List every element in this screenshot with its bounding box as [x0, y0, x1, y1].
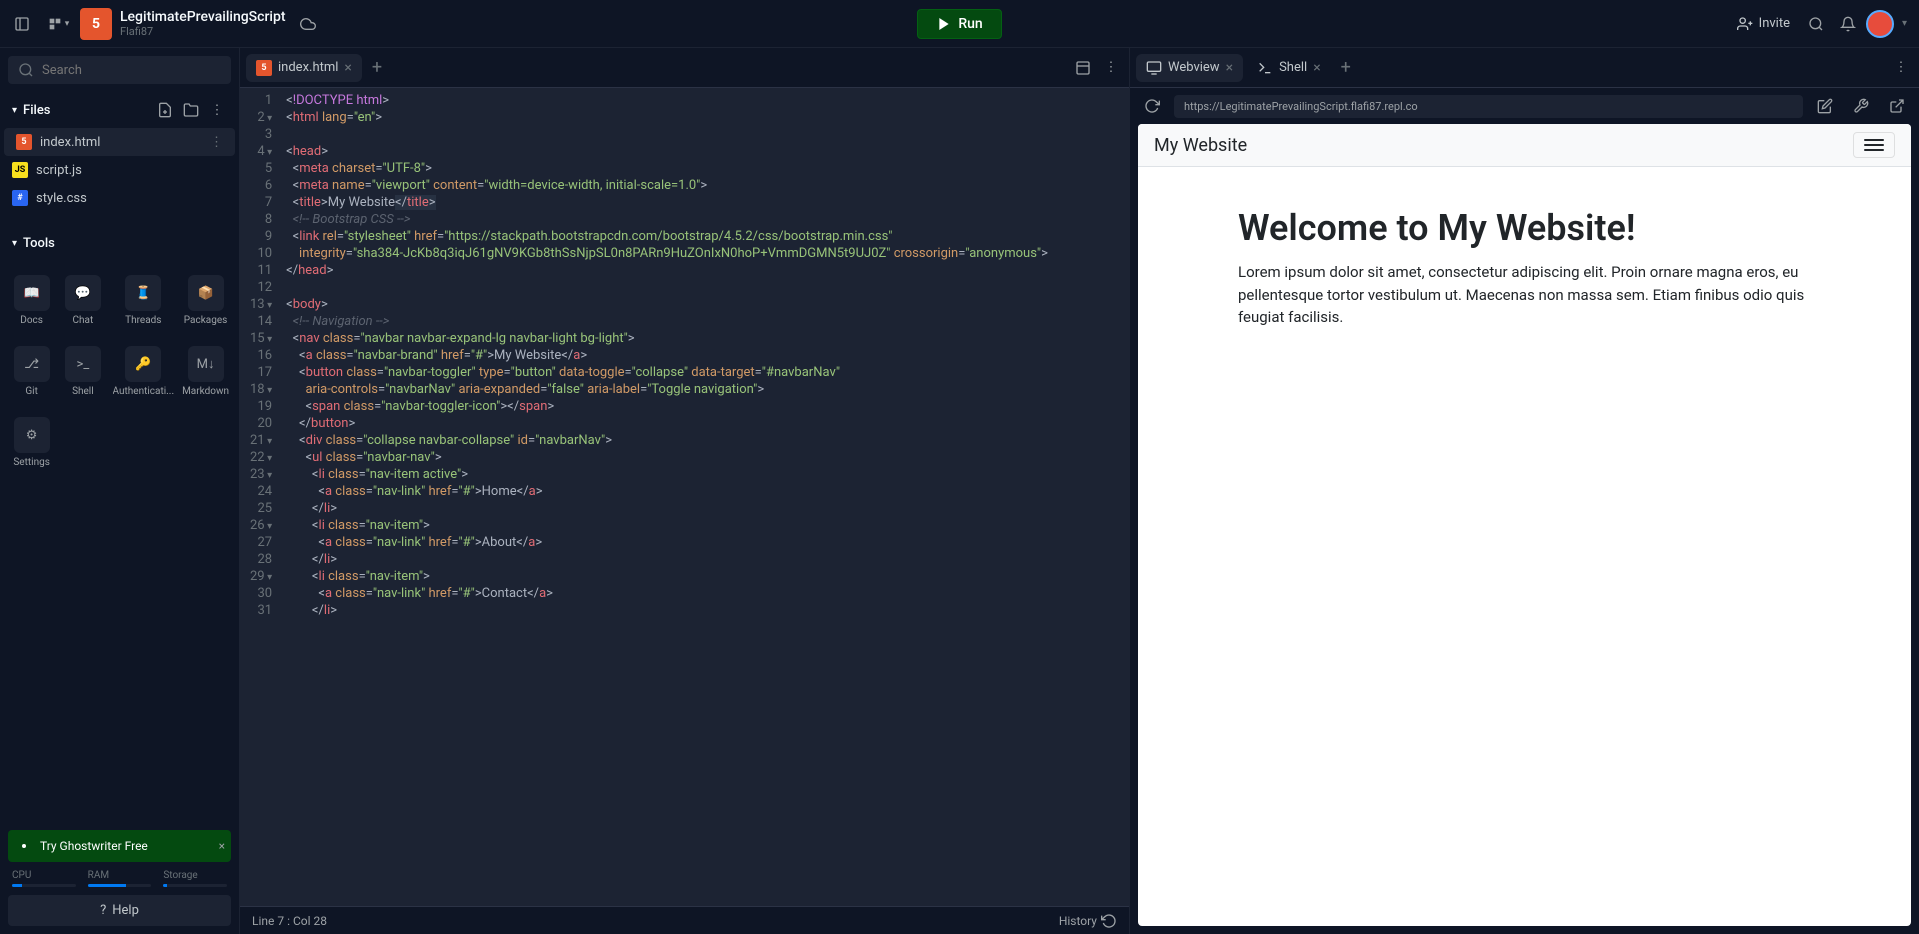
- tool-authenticati-[interactable]: 🔑Authenticati...: [111, 338, 177, 405]
- menu-icon[interactable]: ▾: [44, 10, 72, 38]
- preview-pane: Webview × Shell × + ⋮ https://Legitimate…: [1129, 48, 1919, 934]
- more-icon[interactable]: ⋮: [210, 135, 223, 150]
- tab-index-html[interactable]: 5 index.html ×: [246, 54, 362, 82]
- preview-brand[interactable]: My Website: [1154, 135, 1247, 156]
- chevron-down-icon[interactable]: ▾: [1898, 18, 1911, 29]
- more-icon[interactable]: ⋮: [1097, 54, 1125, 82]
- more-icon[interactable]: ⋮: [207, 100, 227, 120]
- code-editor[interactable]: 1234567891011121314151617181920212223242…: [240, 88, 1129, 906]
- tool-icon: 📖: [14, 275, 50, 311]
- ghostwriter-button[interactable]: Try Ghostwriter Free ×: [8, 830, 231, 862]
- cursor-position: Line 7 : Col 28: [252, 914, 327, 928]
- close-icon[interactable]: ×: [1313, 60, 1320, 76]
- file-style-css[interactable]: #style.css: [0, 184, 239, 212]
- project-owner[interactable]: Flafi87: [120, 25, 286, 38]
- invite-button[interactable]: Invite: [1729, 12, 1798, 36]
- close-icon[interactable]: ×: [219, 839, 225, 853]
- tool-icon: 💬: [65, 275, 101, 311]
- topbar: ▾ 5 LegitimatePrevailingScript Flafi87 R…: [0, 0, 1919, 48]
- tool-shell[interactable]: >_Shell: [59, 338, 106, 405]
- files-header[interactable]: ▾ Files ⋮: [0, 92, 239, 128]
- preview-paragraph: Lorem ipsum dolor sit amet, consectetur …: [1238, 261, 1811, 329]
- webview-content[interactable]: My Website Welcome to My Website! Lorem …: [1138, 124, 1911, 926]
- new-file-icon[interactable]: [155, 100, 175, 120]
- tool-settings[interactable]: ⚙Settings: [8, 409, 55, 476]
- html-icon: 5: [16, 134, 32, 150]
- search-icon[interactable]: [1802, 10, 1830, 38]
- add-tab-button[interactable]: +: [1333, 53, 1359, 82]
- cpu-stat: CPU: [12, 870, 76, 887]
- project-icon: 5: [80, 8, 112, 40]
- tool-icon: 📦: [188, 275, 224, 311]
- url-input[interactable]: https://LegitimatePrevailingScript.flafi…: [1174, 95, 1803, 118]
- hamburger-icon[interactable]: [1853, 132, 1895, 158]
- tool-icon: ⚙: [14, 417, 50, 453]
- close-icon[interactable]: ×: [344, 60, 351, 76]
- tools-header[interactable]: ▾ Tools: [0, 228, 239, 259]
- help-button[interactable]: ?Help: [8, 895, 231, 926]
- new-folder-icon[interactable]: [181, 100, 201, 120]
- cloud-icon[interactable]: [294, 10, 322, 38]
- tool-icon: ⎇: [14, 346, 50, 382]
- html-icon: 5: [256, 60, 272, 76]
- sidebar-toggle-icon[interactable]: [8, 10, 36, 38]
- close-icon[interactable]: ×: [1226, 60, 1233, 76]
- file-script-js[interactable]: JSscript.js: [0, 156, 239, 184]
- ram-stat: RAM: [88, 870, 152, 887]
- external-icon[interactable]: [1883, 92, 1911, 120]
- tab-shell[interactable]: Shell ×: [1247, 54, 1331, 82]
- file-index-html[interactable]: 5index.html⋮: [4, 128, 235, 156]
- project-name[interactable]: LegitimatePrevailingScript: [120, 9, 286, 26]
- tool-icon: >_: [65, 346, 101, 382]
- devtools-icon[interactable]: [1847, 92, 1875, 120]
- tool-chat[interactable]: 💬Chat: [59, 267, 106, 334]
- tool-icon: 🔑: [125, 346, 161, 382]
- add-tab-button[interactable]: +: [364, 53, 390, 82]
- css-icon: #: [12, 190, 28, 206]
- editor-pane: 5 index.html × + ⋮ 123456789101112131415…: [240, 48, 1129, 934]
- bell-icon[interactable]: [1834, 10, 1862, 38]
- edit-icon[interactable]: [1811, 92, 1839, 120]
- tool-threads[interactable]: 🧵Threads: [111, 267, 177, 334]
- tool-icon: 🧵: [125, 275, 161, 311]
- sidebar: ▾ Files ⋮ 5index.html⋮JSscript.js#style.…: [0, 48, 240, 934]
- tab-webview[interactable]: Webview ×: [1136, 54, 1243, 82]
- js-icon: JS: [12, 162, 28, 178]
- tool-markdown[interactable]: M↓Markdown: [180, 338, 231, 405]
- layout-icon[interactable]: [1069, 54, 1097, 82]
- history-button[interactable]: History: [1059, 913, 1117, 929]
- tool-git[interactable]: ⎇Git: [8, 338, 55, 405]
- search-input[interactable]: [8, 56, 231, 84]
- refresh-icon[interactable]: [1138, 92, 1166, 120]
- more-icon[interactable]: ⋮: [1887, 54, 1915, 82]
- storage-stat: Storage: [163, 870, 227, 887]
- avatar[interactable]: [1866, 10, 1894, 38]
- run-button[interactable]: Run: [917, 9, 1001, 39]
- tool-docs[interactable]: 📖Docs: [8, 267, 55, 334]
- preview-heading: Welcome to My Website!: [1238, 207, 1811, 249]
- tool-icon: M↓: [188, 346, 224, 382]
- tool-packages[interactable]: 📦Packages: [180, 267, 231, 334]
